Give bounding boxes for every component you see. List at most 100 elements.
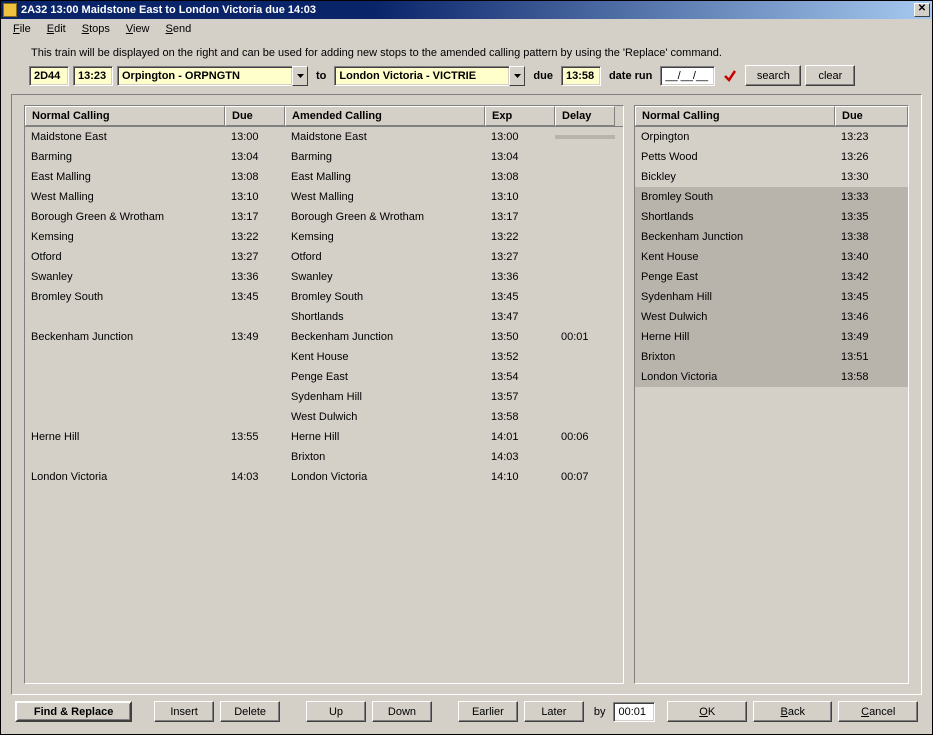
table-row[interactable]: London Victoria13:58 [635,367,908,387]
table-row[interactable]: East Malling13:08East Malling13:08 [25,167,623,187]
dest-dropdown-button[interactable] [509,66,525,86]
col-normal-right[interactable]: Normal Calling [635,106,835,126]
table-row[interactable]: West Dulwich13:46 [635,307,908,327]
table-row[interactable]: Beckenham Junction13:38 [635,227,908,247]
date-run-label: date run [605,70,656,82]
tables-wrap: Normal Calling Due Amended Calling Exp D… [24,105,909,684]
cell: West Dulwich [285,409,485,425]
find-replace-button[interactable]: Find & Replace [15,701,132,722]
cell: Maidstone East [25,129,225,145]
search-button[interactable]: search [745,65,801,86]
table-row[interactable]: Kent House13:40 [635,247,908,267]
up-button[interactable]: Up [306,701,366,722]
table-row[interactable]: Bromley South13:33 [635,187,908,207]
cell [225,315,285,319]
table-row[interactable]: Borough Green & Wrotham13:17Borough Gree… [25,207,623,227]
body-area: This train will be displayed on the righ… [1,39,932,734]
col-exp[interactable]: Exp [485,106,555,126]
menu-send[interactable]: Send [158,21,200,37]
table-row[interactable]: Bickley13:30 [635,167,908,187]
right-table-body[interactable]: Orpington13:23Petts Wood13:26Bickley13:3… [635,127,908,683]
col-due[interactable]: Due [225,106,285,126]
time-input[interactable] [73,66,113,86]
cell: London Victoria [285,469,485,485]
back-button[interactable]: Back [753,701,833,722]
table-row[interactable]: Barming13:04Barming13:04 [25,147,623,167]
cell: 13:00 [485,129,555,145]
table-row[interactable]: West Malling13:10West Malling13:10 [25,187,623,207]
earlier-button[interactable]: Earlier [458,701,518,722]
table-row[interactable]: Brixton13:51 [635,347,908,367]
later-button[interactable]: Later [524,701,584,722]
menu-stops[interactable]: Stops [74,21,118,37]
table-row[interactable]: Shortlands13:47 [25,307,623,327]
app-window: 2A32 13:00 Maidstone East to London Vict… [0,0,933,735]
table-row[interactable]: Herne Hill13:49 [635,327,908,347]
origin-field[interactable] [117,66,292,86]
cell: 13:42 [835,269,908,285]
table-row[interactable]: Orpington13:23 [635,127,908,147]
menu-file[interactable]: File [5,21,39,37]
cell [555,295,615,299]
table-row[interactable]: Beckenham Junction13:49Beckenham Junctio… [25,327,623,347]
col-amended[interactable]: Amended Calling [285,106,485,126]
cell: Beckenham Junction [25,329,225,345]
down-button[interactable]: Down [372,701,432,722]
col-normal[interactable]: Normal Calling [25,106,225,126]
table-row[interactable]: Shortlands13:35 [635,207,908,227]
cell: London Victoria [25,469,225,485]
table-row[interactable]: Penge East13:42 [635,267,908,287]
cell: 13:10 [225,189,285,205]
cell: Kent House [285,349,485,365]
table-row[interactable]: West Dulwich13:58 [25,407,623,427]
calling-table-header: Normal Calling Due Amended Calling Exp D… [25,106,623,127]
cell: 13:45 [485,289,555,305]
table-row[interactable]: Maidstone East13:00Maidstone East13:00 [25,127,623,147]
cell: 13:10 [485,189,555,205]
dest-field[interactable] [334,66,509,86]
table-row[interactable]: Bromley South13:45Bromley South13:45 [25,287,623,307]
cancel-button[interactable]: Cancel [838,701,918,722]
table-row[interactable]: London Victoria14:03London Victoria14:10… [25,467,623,487]
table-row[interactable]: Penge East13:54 [25,367,623,387]
origin-combo[interactable] [117,66,308,86]
table-row[interactable]: Brixton14:03 [25,447,623,467]
origin-dropdown-button[interactable] [292,66,308,86]
clear-button[interactable]: clear [805,65,855,86]
due-time-input[interactable] [561,66,601,86]
table-row[interactable]: Kent House13:52 [25,347,623,367]
cell: 13:57 [485,389,555,405]
by-input[interactable] [613,702,655,722]
cell: East Malling [25,169,225,185]
cell: Herne Hill [635,329,835,345]
table-row[interactable]: Kemsing13:22Kemsing13:22 [25,227,623,247]
menu-edit[interactable]: Edit [39,21,74,37]
dest-combo[interactable] [334,66,525,86]
delete-button[interactable]: Delete [220,701,280,722]
menu-view[interactable]: View [118,21,158,37]
footer-bar: Find & Replace Insert Delete Up Down Ear… [11,695,922,726]
calling-table: Normal Calling Due Amended Calling Exp D… [24,105,624,684]
headcode-input[interactable] [29,66,69,86]
cell: 13:04 [225,149,285,165]
cell: 13:27 [485,249,555,265]
ok-button[interactable]: OK [667,701,747,722]
calling-table-body[interactable]: Maidstone East13:00Maidstone East13:00Ba… [25,127,623,683]
col-delay[interactable]: Delay [555,106,615,126]
cell: Beckenham Junction [635,229,835,245]
table-row[interactable]: Herne Hill13:55Herne Hill14:0100:06 [25,427,623,447]
close-button[interactable]: ✕ [914,3,930,17]
insert-button[interactable]: Insert [154,701,214,722]
cell: Orpington [635,129,835,145]
table-row[interactable]: Petts Wood13:26 [635,147,908,167]
col-due-right[interactable]: Due [835,106,908,126]
table-row[interactable]: Otford13:27Otford13:27 [25,247,623,267]
cell: Penge East [635,269,835,285]
right-table: Normal Calling Due Orpington13:23Petts W… [634,105,909,684]
cell: Petts Wood [635,149,835,165]
date-run-input[interactable] [660,66,715,86]
table-row[interactable]: Sydenham Hill13:45 [635,287,908,307]
table-row[interactable]: Sydenham Hill13:57 [25,387,623,407]
table-row[interactable]: Swanley13:36Swanley13:36 [25,267,623,287]
cell: 13:54 [485,369,555,385]
